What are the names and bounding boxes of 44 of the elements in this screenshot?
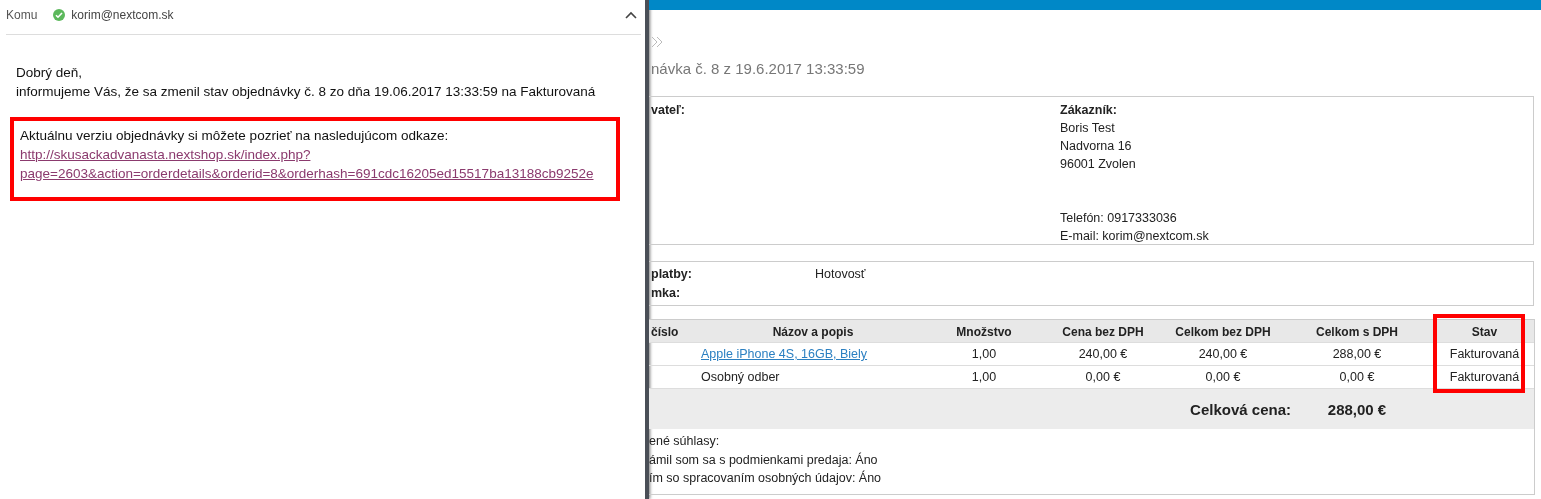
customer-contact-line: E-mail: korim@nextcom.sk bbox=[1060, 228, 1209, 245]
to-label: Komu bbox=[6, 8, 38, 22]
table-cell: 240,00 € bbox=[1078, 347, 1128, 361]
order-title: návka č. 8 z 19.6.2017 13:33:59 bbox=[651, 60, 866, 77]
customer-address-line: Boris Test bbox=[1060, 120, 1116, 137]
payment-label: mka: bbox=[651, 285, 682, 302]
total-label: Celková cena: bbox=[1189, 400, 1291, 418]
table-cell: 0,00 € bbox=[1205, 370, 1241, 384]
order-link[interactable]: http://skusackadvanasta.nextshop.sk/index.php? bbox=[20, 147, 311, 162]
order-link[interactable]: page=2603&action=orderdetails&orderid=8&orderhash=691cdc16205ed15517ba13188cb9252e bbox=[20, 166, 594, 181]
column-header: Cena bez DPH bbox=[1039, 319, 1167, 343]
payment-value: Hotovosť bbox=[815, 266, 866, 283]
column-header: Množstvo bbox=[929, 319, 1039, 343]
recipient-address: korim@nextcom.sk bbox=[71, 8, 174, 22]
consent-line: ím so spracovaním osobných údajov: Áno bbox=[649, 469, 883, 487]
column-header: číslo bbox=[649, 319, 697, 343]
seller-label: vateľ: bbox=[651, 102, 685, 119]
table-cell: Fakturovaná bbox=[1449, 347, 1520, 361]
customer-label: Zákazník: bbox=[1060, 102, 1118, 119]
greeting-text: Dobrý deň, bbox=[16, 64, 84, 82]
consent-line: ené súhlasy: bbox=[649, 433, 721, 450]
column-header: Stav bbox=[1435, 319, 1534, 343]
table-cell: 1,00 bbox=[971, 347, 997, 361]
table-cell: 1,00 bbox=[971, 370, 997, 384]
link-intro-text: Aktuálnu verziu objednávky si môžete pozrieť na nasledujúcom odkaze: bbox=[20, 127, 450, 145]
column-header: Názov a popis bbox=[697, 319, 929, 343]
payment-label: platby: bbox=[651, 266, 693, 283]
table-cell: 240,00 € bbox=[1198, 347, 1248, 361]
customer-contact-line: Telefón: 0917333036 bbox=[1060, 210, 1178, 227]
message-text: informujeme Vás, že sa zmenil stav objednávky č. 8 zo dňa 19.06.2017 13:33:59 na Fakturovaná bbox=[16, 83, 597, 101]
table-cell: 288,00 € bbox=[1332, 347, 1382, 361]
table-cell: 0,00 € bbox=[1339, 370, 1375, 384]
table-cell: Osobný odber bbox=[701, 370, 780, 384]
table-cell: Fakturovaná bbox=[1449, 370, 1520, 384]
column-header: Celkom bez DPH bbox=[1167, 319, 1279, 343]
consent-line: ámil som sa s podmienkami predaja: Áno bbox=[649, 451, 879, 469]
table-cell: 0,00 € bbox=[1085, 370, 1121, 384]
customer-address-line: Nadvorna 16 bbox=[1060, 138, 1133, 155]
total-value: 288,00 € bbox=[1326, 400, 1388, 418]
collapse-chevron-icon[interactable] bbox=[625, 11, 637, 19]
customer-address-line: 96001 Zvolen bbox=[1060, 156, 1137, 173]
column-header: Celkom s DPH bbox=[1279, 319, 1435, 343]
product-link[interactable]: Apple iPhone 4S, 16GB, Biely bbox=[701, 347, 868, 361]
breadcrumb-separator-icon bbox=[651, 36, 663, 48]
